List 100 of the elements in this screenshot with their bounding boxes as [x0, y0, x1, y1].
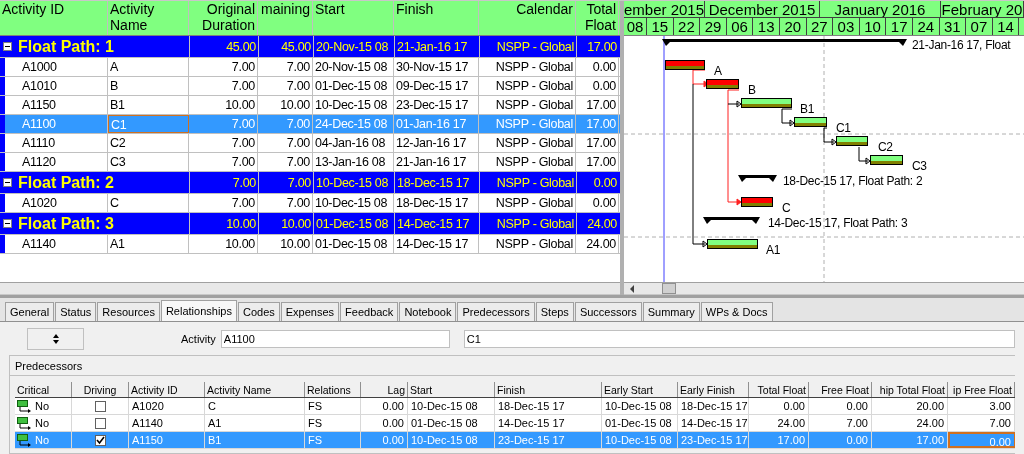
driving-checkbox[interactable] — [94, 400, 106, 412]
relationship-icon — [17, 433, 31, 447]
tab[interactable]: Feedback — [340, 302, 399, 321]
task-bar[interactable] — [707, 239, 758, 249]
task-bar[interactable] — [836, 136, 868, 146]
task-bar[interactable] — [870, 155, 903, 165]
table-cell: C3 — [108, 153, 189, 171]
column-header[interactable]: ip Free Float — [948, 382, 1015, 397]
table-cell: 7.00 — [809, 415, 872, 431]
bar-label: 21-Jan-16 17, Float — [912, 38, 1011, 52]
navigation-buttons[interactable] — [27, 328, 84, 350]
column-header[interactable]: hip Total Float — [872, 382, 948, 397]
tab[interactable]: Expenses — [280, 302, 340, 321]
week-header: 20 — [779, 18, 807, 35]
tab[interactable]: Predecessors — [457, 302, 535, 321]
critical-task-bar[interactable] — [706, 79, 739, 89]
scroll-left-icon[interactable] — [628, 284, 636, 293]
collapse-icon[interactable] — [3, 219, 12, 228]
table-cell: NSPP - Global — [479, 58, 576, 76]
tab[interactable]: Relationships — [160, 300, 237, 321]
task-bar[interactable] — [794, 117, 827, 127]
column-header[interactable]: Total Float — [749, 382, 809, 397]
group-cell: 0.00 — [576, 172, 619, 193]
tab[interactable]: WPs & Docs — [700, 302, 773, 321]
tab[interactable]: Summary — [642, 302, 700, 321]
table-cell: 10.00 — [258, 96, 313, 114]
table-cell: 10.00 — [189, 96, 258, 114]
group-cell: 21-Jan-16 17 — [394, 36, 479, 57]
table-cell-text: No — [35, 432, 50, 448]
table-cell: 20.00 — [872, 398, 948, 414]
table-cell: 14-Dec-15 17 — [678, 415, 749, 431]
activity-id-field[interactable]: A1100 — [220, 330, 450, 348]
tab[interactable]: Successors — [574, 302, 642, 321]
column-header[interactable]: Activity ID — [129, 382, 205, 397]
column-header[interactable]: Free Float — [809, 382, 872, 397]
tab[interactable]: Status — [55, 302, 97, 321]
driving-checkbox[interactable] — [94, 417, 106, 429]
column-header[interactable]: Finish — [394, 1, 479, 35]
collapse-icon[interactable] — [3, 42, 12, 51]
column-header[interactable]: Activity Name — [108, 1, 189, 35]
table-cell: 24-Dec-15 08 — [313, 115, 394, 133]
activity-row[interactable]: A1110 C2 7.00 7.00 04-Jan-16 08 12-Jan-16 17 NSPP - Global 17.00 — [0, 134, 620, 153]
activity-name-field[interactable]: C1 — [463, 330, 1015, 348]
critical-task-bar[interactable] — [665, 60, 705, 70]
tab[interactable]: Steps — [535, 302, 574, 321]
group-title: Float Path: 2 — [18, 172, 114, 193]
tab[interactable]: General — [5, 302, 55, 321]
column-header[interactable]: Start — [313, 1, 394, 35]
tab[interactable]: Notebook — [399, 302, 457, 321]
critical-task-bar[interactable] — [741, 197, 773, 207]
activity-row[interactable]: A1140 A1 10.00 10.00 01-Dec-15 08 14-Dec-15 17 NSPP - Global 24.00 — [0, 235, 620, 254]
table-cell: A1 — [108, 235, 189, 253]
table-cell: 30-Nov-15 17 — [394, 58, 479, 76]
collapse-icon[interactable] — [3, 178, 12, 187]
tab[interactable]: Codes — [237, 302, 280, 321]
predecessor-row[interactable]: No A1140 A1 FS 0.00 01-Dec-15 08 14-Dec-15 17 01-Dec-15 08 14-Dec-15 17 24.00 7.00 24.00 7.00 — [15, 415, 1015, 432]
table-cell: 7.00 — [189, 134, 258, 152]
table-cell: 7.00 — [258, 58, 313, 76]
column-header[interactable]: Relations — [305, 382, 361, 397]
column-header[interactable]: Finish — [495, 382, 602, 397]
tab[interactable]: Resources — [97, 302, 160, 321]
table-cell: 23-Dec-15 17 — [394, 96, 479, 114]
predecessor-row[interactable]: No A1020 C FS 0.00 10-Dec-15 08 18-Dec-15 17 10-Dec-15 08 18-Dec-15 17 0.00 0.00 20.00 3.00 — [15, 398, 1015, 415]
activity-row[interactable]: A1150 B1 10.00 10.00 10-Dec-15 08 23-Dec-15 17 NSPP - Global 17.00 — [0, 96, 620, 115]
table-cell: 7.00 — [189, 58, 258, 76]
table-cell: B1 — [108, 96, 189, 114]
activity-row[interactable]: A1020 C 7.00 7.00 10-Dec-15 08 18-Dec-15 17 NSPP - Global 0.00 — [0, 194, 620, 213]
column-header[interactable]: Original Duration — [189, 1, 258, 35]
table-cell: C — [108, 194, 189, 212]
table-cell: 10-Dec-15 08 — [313, 96, 394, 114]
horizontal-scrollbar[interactable] — [0, 282, 620, 294]
week-header: 03 — [833, 18, 860, 35]
column-header[interactable]: Driving — [72, 382, 129, 397]
column-header[interactable]: Early Start — [602, 382, 678, 397]
column-header[interactable]: maining — [258, 1, 313, 35]
table-cell: 0.00 — [749, 398, 809, 414]
activity-row[interactable]: A1010 B 7.00 7.00 01-Dec-15 08 09-Dec-15 17 NSPP - Global 0.00 — [0, 77, 620, 96]
table-cell: A1 — [205, 415, 305, 431]
column-header[interactable]: Calendar — [479, 1, 576, 35]
group-cell: NSPP - Global — [479, 172, 576, 193]
column-header[interactable]: Activity ID — [0, 1, 108, 35]
table-cell: NSPP - Global — [479, 77, 576, 95]
column-header[interactable]: Critical — [15, 382, 72, 397]
column-header[interactable]: Total Float — [576, 1, 619, 35]
table-cell: 0.00 — [361, 432, 408, 448]
table-cell: 10-Dec-15 08 — [602, 398, 678, 414]
activity-row[interactable]: A1120 C3 7.00 7.00 13-Jan-16 08 21-Jan-16 17 NSPP - Global 17.00 — [0, 153, 620, 172]
scrollbar-thumb[interactable] — [662, 283, 676, 294]
task-bar[interactable] — [741, 98, 792, 108]
column-header[interactable]: Lag — [361, 382, 408, 397]
table-cell-text: No — [35, 398, 50, 414]
activity-row[interactable]: A1000 A 7.00 7.00 20-Nov-15 08 30-Nov-15 17 NSPP - Global 0.00 — [0, 58, 620, 77]
group-cell: 18-Dec-15 17 — [394, 172, 479, 193]
driving-checkbox[interactable] — [94, 434, 106, 446]
table-cell: 7.00 — [258, 194, 313, 212]
column-header[interactable]: Start — [408, 382, 495, 397]
table-cell: 10-Dec-15 08 — [313, 194, 394, 212]
column-header[interactable]: Activity Name — [205, 382, 305, 397]
table-cell: 17.00 — [576, 153, 619, 171]
column-header[interactable]: Early Finish — [678, 382, 749, 397]
